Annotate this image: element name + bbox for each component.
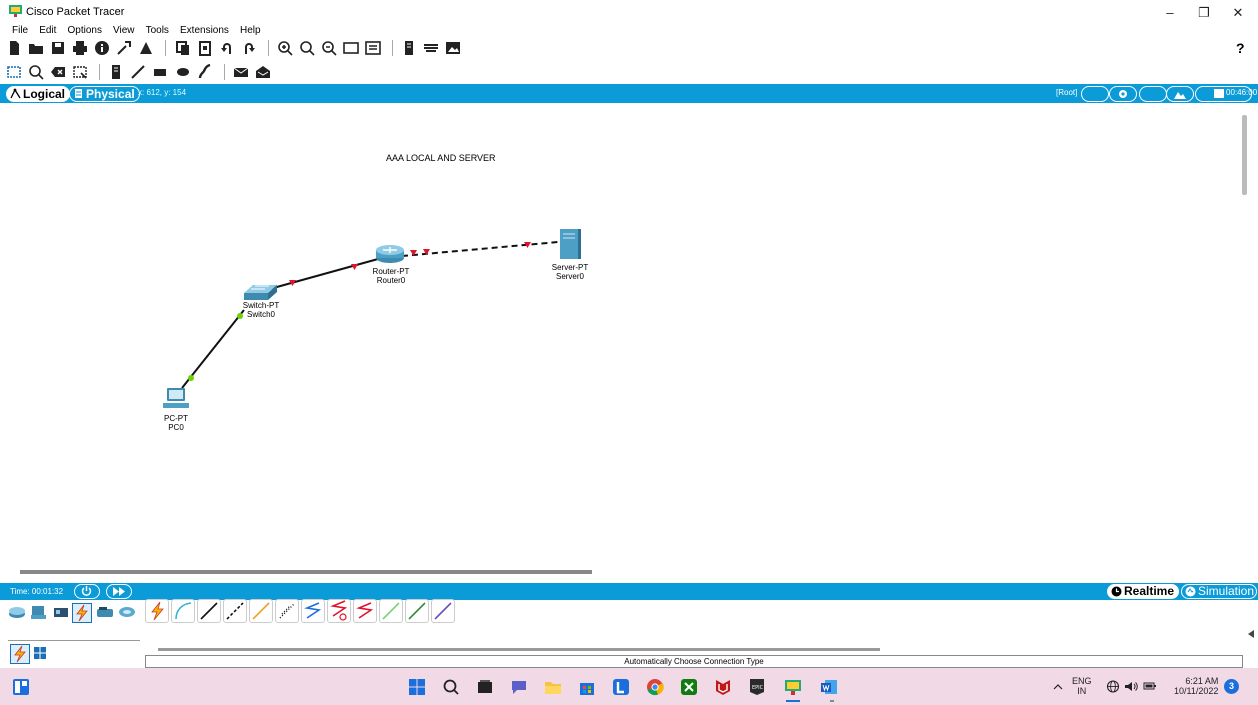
microsoft-store-icon[interactable] xyxy=(578,678,596,696)
switch-icon[interactable] xyxy=(244,285,277,300)
pc-type: PC-PT xyxy=(164,414,188,423)
palette-scroll-left-icon[interactable] xyxy=(1248,630,1254,638)
console-cable-icon[interactable] xyxy=(171,599,195,623)
router-label: Router-PT Router0 xyxy=(361,267,421,285)
multiuser-connection-category-icon[interactable] xyxy=(118,603,136,621)
pc-icon[interactable] xyxy=(163,388,189,408)
active-app-indicator xyxy=(786,700,800,702)
mcafee-icon[interactable] xyxy=(714,678,732,696)
epic-games-icon[interactable]: EPIC xyxy=(748,678,766,696)
taskbar-time: 6:21 AM xyxy=(1185,676,1219,686)
router-icon[interactable] xyxy=(376,245,404,263)
simulation-icon xyxy=(1185,586,1196,597)
power-cycle-icon xyxy=(81,586,92,596)
palette-scrollbar[interactable] xyxy=(158,648,880,651)
components-category-icon[interactable] xyxy=(52,603,70,621)
simulation-time: Time: 00:01:32 xyxy=(10,587,64,596)
connection-type-status: Automatically Choose Connection Type xyxy=(145,655,1243,668)
running-app-indicator xyxy=(830,700,834,702)
input-language-region: IN xyxy=(1077,686,1087,696)
serial-dce-cable-icon[interactable] xyxy=(327,599,351,623)
end-devices-category-icon[interactable] xyxy=(30,603,48,621)
realtime-label: Realtime xyxy=(1124,584,1175,598)
chrome-icon[interactable] xyxy=(646,678,664,696)
server-name: Server0 xyxy=(555,272,584,281)
fast-forward-icon xyxy=(113,587,125,596)
input-language[interactable]: ENG IN xyxy=(1072,676,1092,696)
realtime-tab[interactable]: Realtime xyxy=(1107,584,1180,599)
task-view-widgets-icon[interactable] xyxy=(12,678,30,696)
word-icon[interactable] xyxy=(820,678,838,696)
connections-category-icon[interactable] xyxy=(72,603,92,623)
link-up-indicator xyxy=(188,375,194,381)
switch-name: Switch0 xyxy=(246,310,275,319)
network-globe-icon[interactable] xyxy=(1106,680,1120,693)
chat-icon[interactable] xyxy=(510,678,528,696)
switch-type: Switch-PT xyxy=(242,301,280,310)
router-type: Router-PT xyxy=(372,267,410,276)
task-view-icon[interactable] xyxy=(476,678,494,696)
volume-icon[interactable] xyxy=(1124,680,1138,693)
input-language-primary: ENG xyxy=(1072,676,1092,686)
start-menu-icon[interactable] xyxy=(408,678,426,696)
power-cycle-button[interactable] xyxy=(74,584,100,599)
show-hidden-icons-icon[interactable] xyxy=(1053,683,1063,690)
time-bar: Time: 00:01:32 Realtime Simulation xyxy=(0,583,1258,600)
simulation-tab[interactable]: Simulation xyxy=(1181,584,1258,599)
usb-cable-icon[interactable] xyxy=(431,599,455,623)
iot-custom-cable-icon[interactable] xyxy=(405,599,429,623)
miscellaneous-category-icon[interactable] xyxy=(96,603,114,621)
windows-taskbar: EPIC ENG IN 6:21 AM 10/11/2022 3 xyxy=(0,668,1258,705)
xbox-icon[interactable] xyxy=(680,678,698,696)
switch-label: Switch-PT Switch0 xyxy=(231,301,291,319)
server-icon[interactable] xyxy=(560,229,581,259)
selected-connections-icon[interactable] xyxy=(10,644,30,664)
pc-name: PC0 xyxy=(168,423,184,432)
coaxial-cable-icon[interactable] xyxy=(301,599,325,623)
simulation-label: Simulation xyxy=(1198,584,1255,598)
copper-cross-over-cable-icon[interactable] xyxy=(223,599,247,623)
network-devices-category-icon[interactable] xyxy=(8,603,26,621)
auto-connection-cable-icon[interactable] xyxy=(145,599,169,623)
file-explorer-icon[interactable] xyxy=(544,678,562,696)
taskbar-date: 10/11/2022 xyxy=(1174,686,1219,696)
svg-text:EPIC: EPIC xyxy=(752,685,764,691)
realtime-clock-icon xyxy=(1111,586,1122,597)
router-name: Router0 xyxy=(376,276,406,285)
fiber-cable-icon[interactable] xyxy=(249,599,273,623)
server-type: Server-PT xyxy=(551,263,589,272)
serial-dte-cable-icon[interactable] xyxy=(353,599,377,623)
battery-icon[interactable] xyxy=(1143,681,1157,691)
copper-straight-through-cable-icon[interactable] xyxy=(197,599,221,623)
connection-type-text: Automatically Choose Connection Type xyxy=(624,657,764,666)
packet-tracer-taskbar-icon[interactable] xyxy=(784,678,802,696)
app-l-icon[interactable] xyxy=(612,678,630,696)
server-label: Server-PT Server0 xyxy=(540,263,600,281)
search-icon[interactable] xyxy=(442,678,460,696)
octal-cable-icon[interactable] xyxy=(379,599,403,623)
grid-view-icon[interactable] xyxy=(33,646,47,660)
pc-label: PC-PT PC0 xyxy=(146,414,206,432)
phone-cable-icon[interactable] xyxy=(275,599,299,623)
fast-forward-button[interactable] xyxy=(106,584,132,599)
taskbar-clock[interactable]: 6:21 AM 10/11/2022 xyxy=(1174,676,1218,696)
notification-badge[interactable]: 3 xyxy=(1224,679,1239,694)
palette-divider xyxy=(8,640,140,641)
